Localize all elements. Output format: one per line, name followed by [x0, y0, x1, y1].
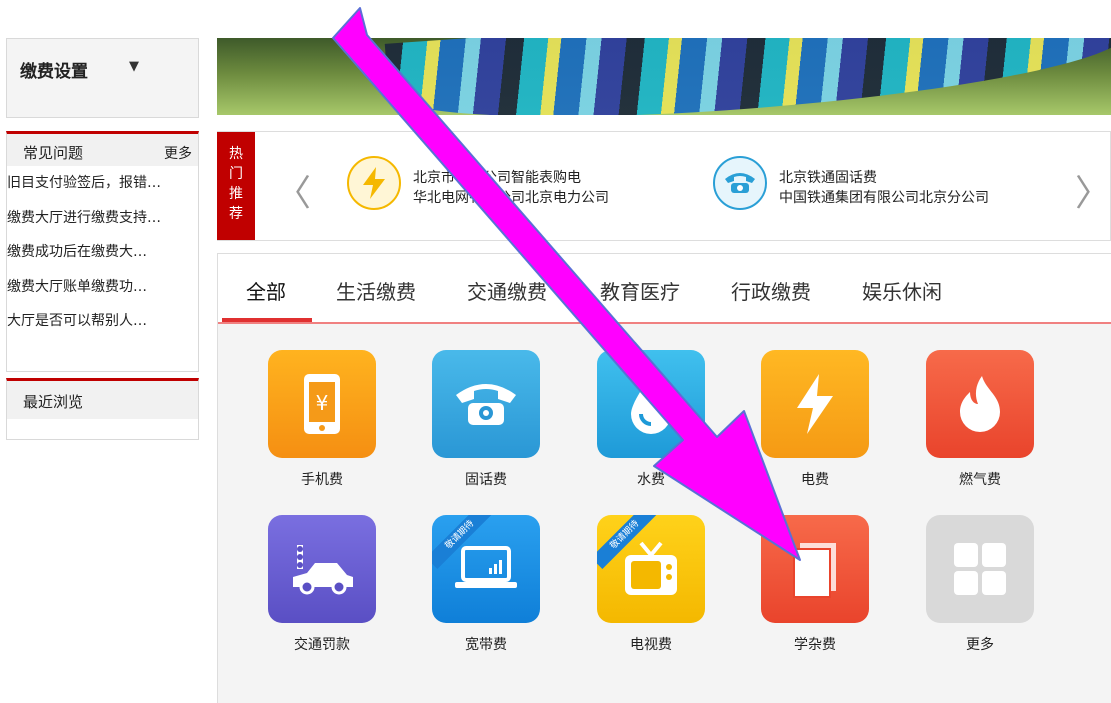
svg-text:¥: ¥: [316, 391, 329, 415]
hot-tag-char: 门: [229, 166, 243, 182]
tab-administrative[interactable]: 行政缴费: [731, 276, 811, 305]
recent-title: 最近浏览: [23, 393, 84, 411]
service-broadband[interactable]: 敬请期待: [432, 515, 540, 623]
tab-traffic[interactable]: 交通缴费: [467, 276, 547, 305]
hot-recommend-tag: 热 门 推 荐: [217, 132, 255, 240]
grid-icon: [954, 543, 1006, 595]
lightning-icon: [347, 156, 401, 210]
hot-item-text: 北京市电力公司智能表购电 华北电网有限公司北京电力公司: [413, 168, 609, 208]
service-label: 学杂费: [794, 637, 836, 653]
flame-icon: [960, 376, 1000, 432]
hot-recommend-bar: 热 门 推 荐 〈 〉 北京市电力公司智能表购电 华北电网有限公司北京电力公司 …: [217, 131, 1111, 241]
tab-entertainment[interactable]: 娱乐休闲: [862, 276, 942, 305]
faq-item[interactable]: 缴费大厅进行缴费支持…: [7, 201, 198, 236]
service-label: 手机费: [301, 472, 343, 488]
faq-item[interactable]: 大厅是否可以帮别人…: [7, 304, 198, 339]
pay-settings-dropdown[interactable]: 缴费设置 ▼: [6, 38, 199, 118]
hammock-banner[interactable]: [217, 38, 1111, 115]
service-mobile[interactable]: ¥: [268, 350, 376, 458]
service-gas[interactable]: [926, 350, 1034, 458]
service-category-panel: 全部 生活缴费 交通缴费 教育医疗 行政缴费 娱乐休闲 ¥ 手机费 固话费 水费…: [217, 253, 1111, 703]
service-traffic-fine[interactable]: [268, 515, 376, 623]
faq-title: 常见问题: [23, 144, 84, 162]
service-electricity[interactable]: [761, 350, 869, 458]
hot-tag-char: 热: [229, 146, 243, 162]
prev-arrow-icon[interactable]: 〈: [275, 164, 311, 216]
faq-item[interactable]: 缴费成功后在缴费大…: [7, 235, 198, 270]
hammock-image: [384, 38, 1111, 115]
tab-living[interactable]: 生活缴费: [336, 276, 416, 305]
service-label: 宽带费: [465, 637, 507, 653]
faq-item[interactable]: 旧目支付验签后，报错…: [7, 166, 198, 201]
recent-header: 最近浏览: [7, 381, 198, 419]
service-label: 水费: [637, 472, 665, 488]
telephone-icon: [456, 384, 516, 425]
faq-header: 常见问题 更多: [7, 134, 198, 166]
service-tv[interactable]: 敬请期待: [597, 515, 705, 623]
tab-education[interactable]: 教育医疗: [600, 276, 680, 305]
faq-more-link[interactable]: 更多: [164, 143, 192, 163]
hot-item-company: 中国铁通集团有限公司北京分公司: [779, 190, 989, 206]
service-landline[interactable]: [432, 350, 540, 458]
laptop-icon: [455, 546, 517, 588]
lightning-icon: [797, 374, 833, 434]
service-water[interactable]: [597, 350, 705, 458]
service-label: 电费: [801, 472, 829, 488]
hot-tag-char: 荐: [229, 206, 243, 222]
car-icon: [293, 545, 353, 595]
faq-panel: 常见问题 更多 旧目支付验签后，报错… 缴费大厅进行缴费支持… 缴费成功后在缴费…: [6, 131, 199, 372]
dropdown-arrow-icon[interactable]: ▼: [129, 59, 139, 74]
service-label: 电视费: [630, 637, 672, 653]
water-drop-icon: [631, 376, 671, 434]
service-label: 更多: [966, 637, 994, 653]
hot-item-title: 北京铁通固话费: [779, 170, 877, 186]
hot-tag-char: 推: [229, 186, 243, 202]
mobile-icon: ¥: [304, 374, 340, 434]
pay-settings-label: 缴费设置: [20, 62, 88, 82]
faq-list: 旧目支付验签后，报错… 缴费大厅进行缴费支持… 缴费成功后在缴费大… 缴费大厅账…: [7, 166, 198, 339]
next-arrow-icon[interactable]: 〉: [1075, 164, 1111, 216]
service-more[interactable]: [926, 515, 1034, 623]
book-icon: [793, 543, 836, 598]
tab-all[interactable]: 全部: [246, 276, 286, 305]
service-label: 固话费: [465, 472, 507, 488]
service-label: 交通罚款: [294, 637, 350, 653]
faq-item[interactable]: 缴费大厅账单缴费功…: [7, 270, 198, 305]
service-tuition[interactable]: [761, 515, 869, 623]
recent-panel: 最近浏览: [6, 378, 199, 440]
tab-active-indicator: [222, 318, 312, 322]
hot-item-company: 华北电网有限公司北京电力公司: [413, 190, 609, 206]
service-label: 燃气费: [959, 472, 1001, 488]
hot-item-text: 北京铁通固话费 中国铁通集团有限公司北京分公司: [779, 168, 989, 208]
tv-icon: [625, 541, 677, 595]
telephone-icon: [713, 156, 767, 210]
category-tabs: 全部 生活缴费 交通缴费 教育医疗 行政缴费 娱乐休闲: [218, 254, 1111, 324]
hot-item-title: 北京市电力公司智能表购电: [413, 170, 581, 186]
